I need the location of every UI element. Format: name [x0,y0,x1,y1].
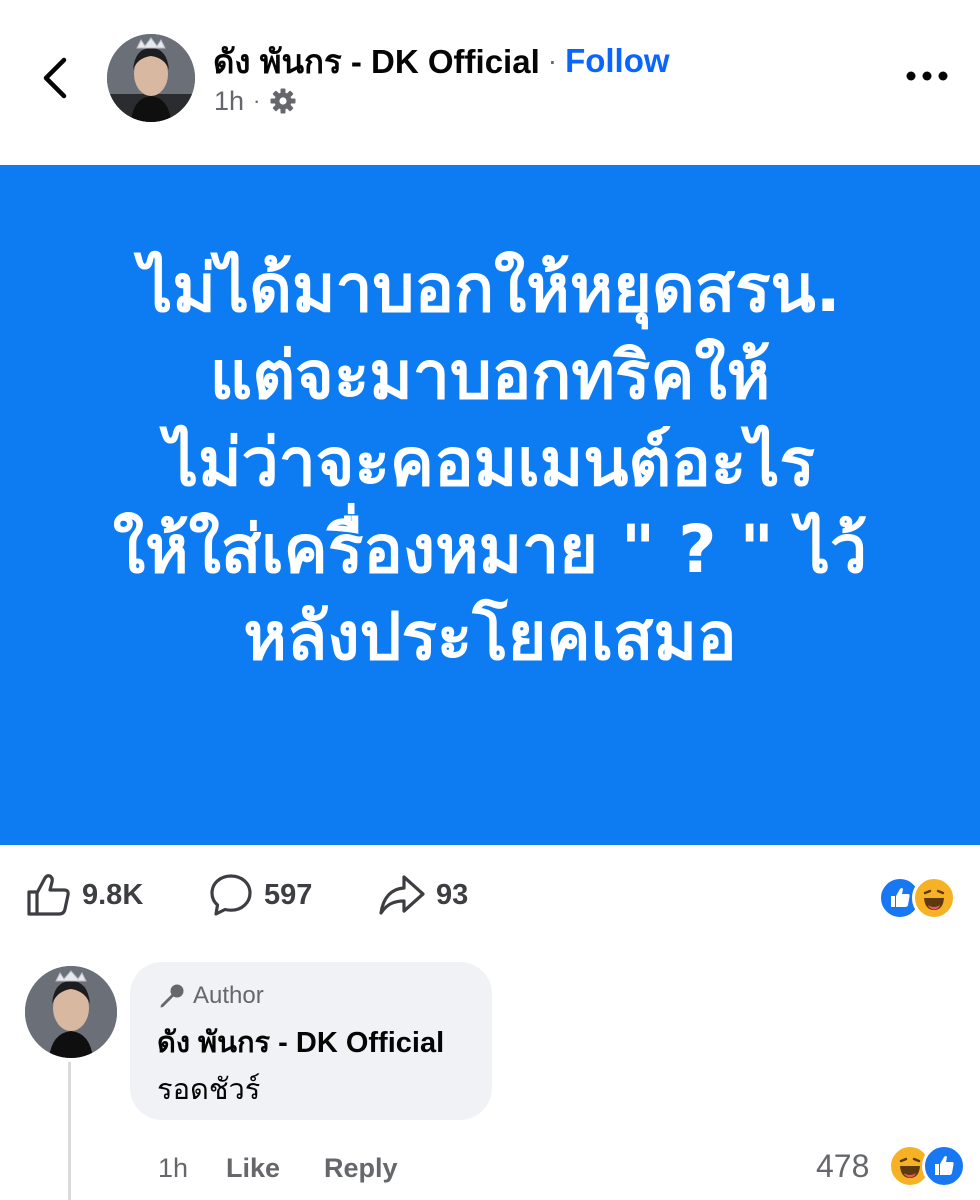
thumbs-up-icon [27,874,70,916]
post-line: แต่จะมาบอกทริคให้ [209,337,771,414]
post-line: ให้ใส่เครื่องหมาย " ? " ไว้ [112,511,868,588]
thread-line [68,1062,71,1200]
like-reaction-icon [922,1144,966,1188]
share-arrow-icon [379,875,425,915]
comment-text: รอดชัวร์ [157,1072,261,1106]
follow-button[interactable]: Follow [565,42,669,80]
post-text: ไม่ได้มาบอกให้หยุดสรน. แต่จะมาบอกทริคให้… [30,245,950,680]
post-line: หลังประโยคเสมอ [243,598,737,675]
comment-reaction-count[interactable]: 478 [816,1148,869,1185]
comment-avatar[interactable] [25,966,117,1058]
back-button[interactable] [30,48,80,108]
comment-author-name[interactable]: ดัง พันกร - DK Official [157,1019,444,1065]
comment-button[interactable]: 597 [208,872,312,918]
post-line: ไม่ได้มาบอกให้หยุดสรน. [139,250,841,327]
comment-bubble-icon [210,874,252,916]
comment-like-button[interactable]: Like [226,1150,280,1186]
comment-reactions[interactable] [888,1140,968,1190]
more-horizontal-icon [906,71,948,81]
page-avatar[interactable] [107,34,195,122]
share-count: 93 [436,878,469,911]
comment-time[interactable]: 1h [158,1150,188,1186]
like-button[interactable]: 9.8K [26,872,143,918]
reaction-summary[interactable] [878,876,958,920]
comment-reply-button[interactable]: Reply [324,1150,398,1186]
page-name[interactable]: ดัง พันกร - DK Official [213,35,540,88]
author-badge-label: Author [193,982,264,1009]
gear-icon [270,88,296,114]
share-button[interactable]: 93 [378,872,468,918]
profile-photo [25,966,117,1058]
post-line: ไม่ว่าจะคอมเมนต์อะไร [164,424,815,501]
haha-reaction-icon [912,876,956,920]
separator-dot: · [547,45,558,76]
meta-separator: · [253,88,261,113]
more-options-button[interactable] [900,56,954,96]
author-badge: Author [157,980,264,1012]
microphone-icon [160,984,184,1008]
post-time[interactable]: 1h [214,86,244,117]
comment-count: 597 [264,878,313,911]
like-count: 9.8K [82,878,144,911]
profile-photo [107,34,195,122]
chevron-left-icon [43,57,67,99]
